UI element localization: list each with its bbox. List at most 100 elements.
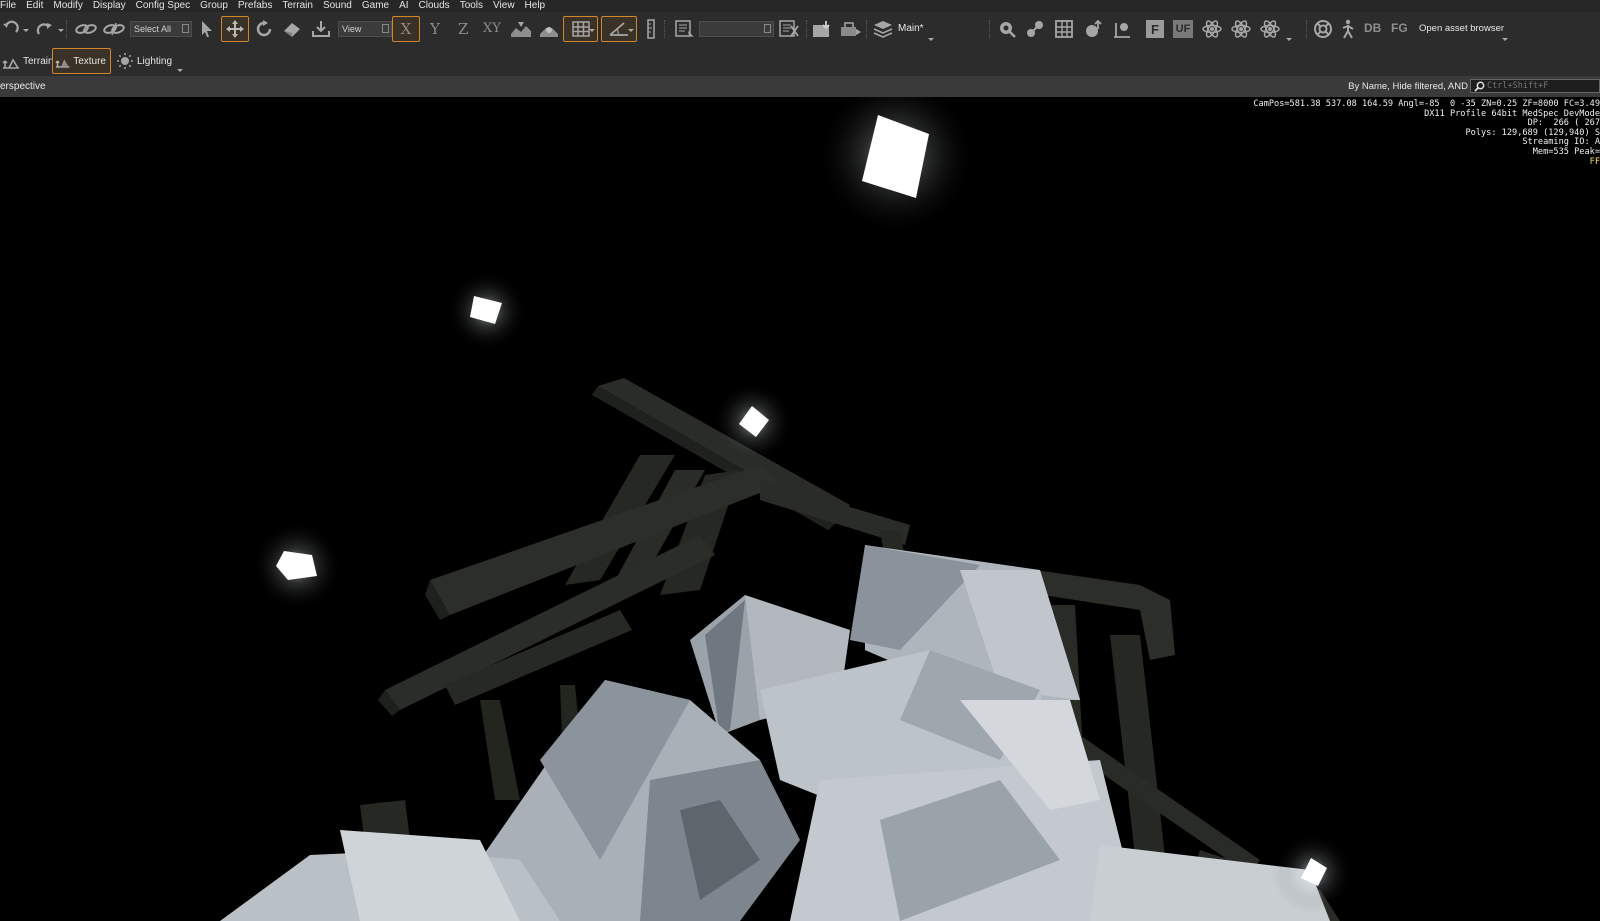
fg-button[interactable]: FG	[1391, 21, 1408, 35]
select-tool-button[interactable]	[196, 16, 218, 42]
terrain-snap-icon	[511, 22, 531, 37]
object-snap-icon	[540, 27, 558, 37]
search-filter-options[interactable]: By Name, Hide filtered, AND	[1348, 81, 1468, 92]
atom-tool-1-button[interactable]	[1200, 16, 1224, 42]
uf-label: UF	[1173, 20, 1193, 38]
menu-ai[interactable]: AI	[395, 0, 414, 12]
axis-xy-button[interactable]: XY	[483, 21, 501, 37]
menu-help[interactable]: Help	[521, 0, 552, 12]
grid-icon	[571, 21, 590, 37]
link-button[interactable]	[73, 16, 99, 42]
menu-prefabs[interactable]: Prefabs	[234, 0, 278, 12]
named-selection-dropdown[interactable]	[699, 21, 774, 37]
save-selection-button[interactable]	[810, 16, 836, 42]
terrain-mode-button[interactable]: Terrain	[0, 48, 58, 74]
renderer-profile-stat: DX11 Profile 64bit MedSpec DevMode	[1424, 108, 1600, 119]
debug-stats-overlay: CamPos=581.38 537.08 164.59 Angl=-85 0 -…	[1253, 99, 1600, 167]
save-object-icon	[813, 21, 830, 37]
selection-filter-dropdown[interactable]: Select All	[130, 21, 192, 37]
f-label: F	[1146, 20, 1164, 38]
fps-stat: FF	[1589, 156, 1600, 167]
grid-objects-button[interactable]	[1052, 16, 1076, 42]
drawcalls-stat: DP: 266 ( 267	[1527, 118, 1600, 129]
grid-snap-button[interactable]	[563, 16, 598, 42]
drop-to-ground-icon	[312, 21, 330, 37]
redo-button[interactable]	[32, 16, 56, 42]
selection-list-button[interactable]	[672, 16, 698, 42]
atom-tool-3-button[interactable]	[1258, 16, 1282, 42]
undo-dropdown-arrow[interactable]	[23, 29, 29, 32]
asset-browser-dropdown-arrow[interactable]	[1502, 38, 1508, 41]
coordinate-system-dropdown[interactable]: View	[338, 21, 392, 37]
angle-snap-button[interactable]	[601, 16, 637, 42]
rotate-tool-button[interactable]	[252, 16, 276, 42]
link-icon	[75, 24, 97, 34]
move-tool-button[interactable]	[221, 16, 249, 42]
undo-button[interactable]	[0, 16, 22, 42]
edit-mode-dropdown-arrow[interactable]	[177, 69, 183, 72]
axis-x-label: X	[400, 20, 412, 38]
delete-selection-button[interactable]	[776, 16, 802, 42]
menu-edit[interactable]: Edit	[22, 0, 49, 12]
3d-viewport[interactable]: CamPos=581.38 537.08 164.59 Angl=-85 0 -…	[0, 97, 1600, 921]
current-layer-dropdown[interactable]: Main*	[898, 23, 924, 34]
redo-dropdown-arrow[interactable]	[58, 29, 64, 32]
menu-group[interactable]: Group	[196, 0, 234, 12]
axis-y-button[interactable]: Y	[430, 21, 440, 37]
atom-tool-2-button[interactable]	[1229, 16, 1253, 42]
axis-z-button[interactable]: Z	[458, 21, 468, 37]
f-button[interactable]: F	[1144, 16, 1166, 42]
unlink-button[interactable]	[101, 16, 127, 42]
polys-stat: Polys: 129,689 (129,940) S	[1465, 127, 1600, 138]
terrain-mode-label: Terrain	[23, 55, 54, 67]
lighting-mode-label: Lighting	[137, 55, 173, 67]
physics-objects-icon	[1027, 21, 1043, 37]
lighting-mode-button[interactable]: Lighting	[114, 48, 176, 74]
scene-render	[0, 97, 1600, 921]
db-button[interactable]: DB	[1364, 21, 1381, 35]
atom-dropdown-arrow[interactable]	[1286, 38, 1292, 41]
menu-clouds[interactable]: Clouds	[415, 0, 456, 12]
physics-test-button[interactable]	[1110, 16, 1134, 42]
rotate-icon	[256, 20, 272, 37]
camera-position-stat: CamPos=581.38 537.08 164.59 Angl=-85 0 -…	[1253, 99, 1600, 109]
menu-modify[interactable]: Modify	[49, 0, 88, 12]
layer-dropdown-arrow[interactable]	[928, 38, 934, 41]
menu-game[interactable]: Game	[358, 0, 395, 12]
menu-file[interactable]: File	[0, 0, 22, 12]
ai-points-button[interactable]	[1081, 16, 1105, 42]
place-on-terrain-button[interactable]	[308, 16, 334, 42]
menu-sound[interactable]: Sound	[319, 0, 358, 12]
menu-view[interactable]: View	[489, 0, 521, 12]
goto-position-button[interactable]	[995, 16, 1019, 42]
physics-test-icon	[1114, 23, 1130, 38]
menu-bar: File Edit Modify Display Config Spec Gro…	[0, 0, 1600, 12]
uf-button[interactable]: UF	[1172, 16, 1194, 42]
axis-x-button[interactable]: X	[392, 16, 420, 42]
object-snap-button[interactable]	[536, 16, 562, 42]
edit-mode-toolbar: Terrain Texture Lighting	[0, 46, 1600, 76]
texture-icon	[55, 59, 70, 68]
menu-display[interactable]: Display	[89, 0, 132, 12]
menu-terrain[interactable]: Terrain	[278, 0, 319, 12]
layers-button[interactable]	[870, 16, 896, 42]
character-button[interactable]	[1338, 16, 1358, 42]
object-search-box[interactable]	[1470, 79, 1600, 93]
load-selection-button[interactable]	[838, 16, 864, 42]
coordinate-system-value: View	[342, 24, 362, 34]
terrain-snap-button[interactable]	[508, 16, 534, 42]
ruler-button[interactable]	[644, 16, 658, 42]
unlink-icon	[103, 22, 125, 36]
lifebuoy-button[interactable]	[1311, 16, 1335, 42]
open-asset-browser-button[interactable]: Open asset browser	[1419, 23, 1504, 34]
viewport-name[interactable]: erspective	[0, 81, 46, 92]
search-input[interactable]	[1487, 80, 1597, 92]
menu-config-spec[interactable]: Config Spec	[132, 0, 196, 12]
texture-mode-label: Texture	[73, 55, 106, 67]
physics-button[interactable]	[1023, 16, 1047, 42]
menu-tools[interactable]: Tools	[456, 0, 489, 12]
scale-tool-button[interactable]	[279, 16, 305, 42]
texture-mode-button[interactable]: Texture	[52, 48, 111, 74]
streaming-stat: Streaming IO: A	[1522, 137, 1600, 148]
angle-icon	[609, 22, 628, 36]
